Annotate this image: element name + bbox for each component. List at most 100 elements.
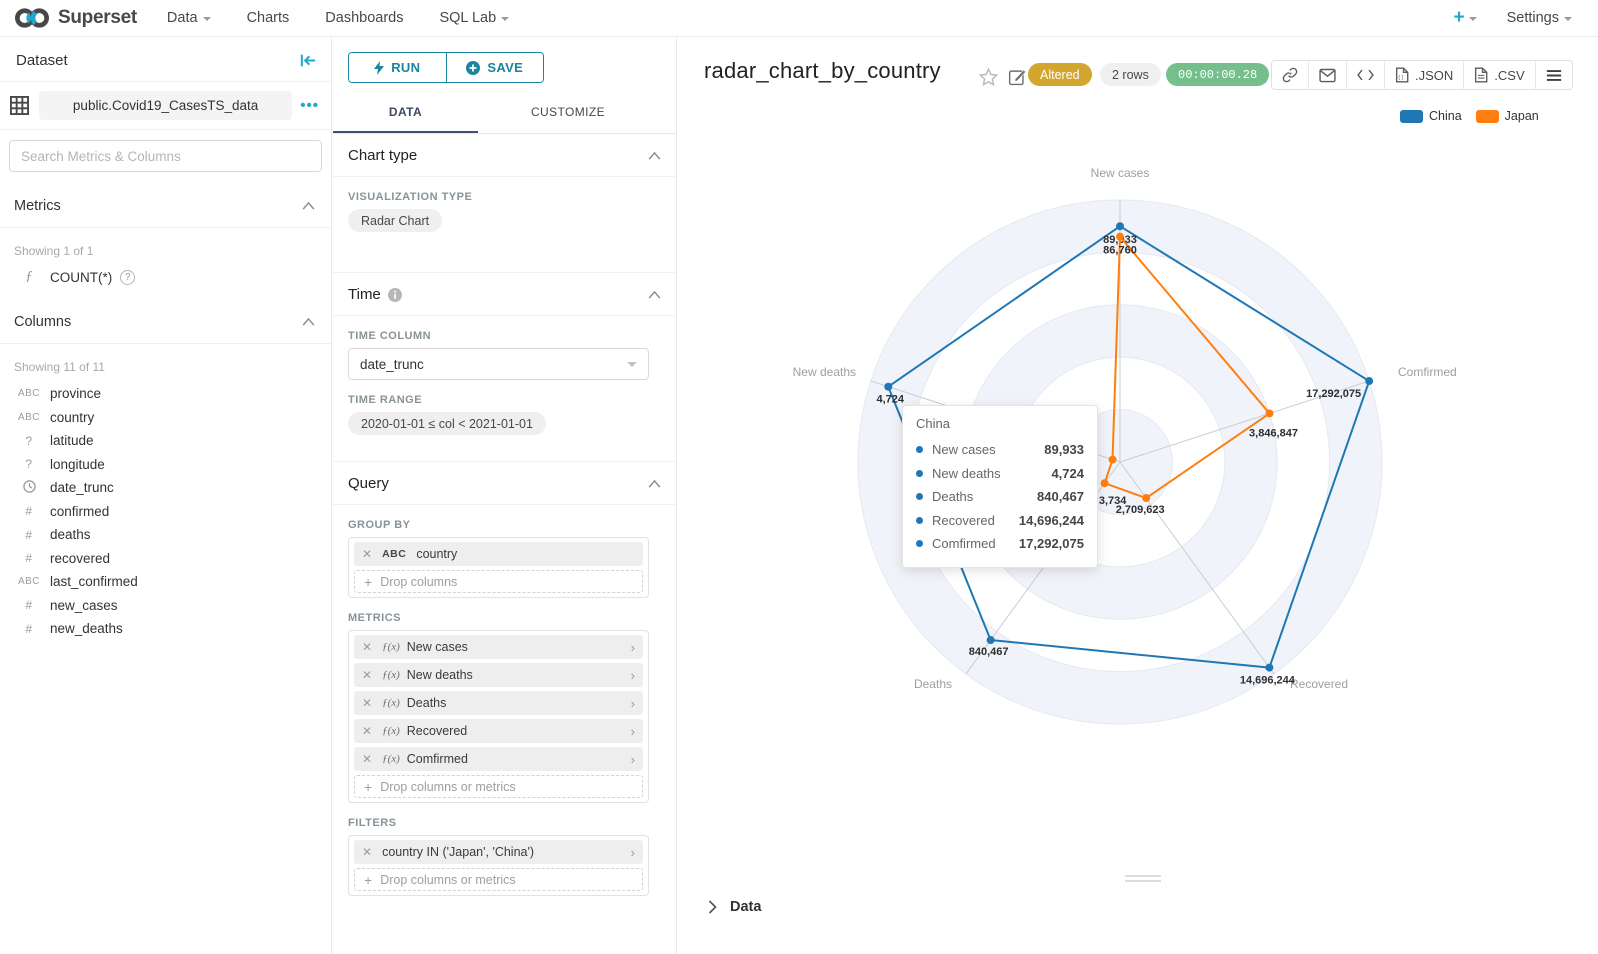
metric-pill[interactable]: ✕ƒ(x)Recovered› [354, 719, 643, 743]
remove-icon[interactable]: ✕ [362, 696, 372, 710]
chart-menu-button[interactable] [1535, 61, 1572, 89]
radar-point-japan[interactable] [1142, 494, 1150, 502]
radar-point-china[interactable] [1265, 664, 1273, 672]
query-section-header[interactable]: Query [333, 462, 676, 505]
nav-item-charts[interactable]: Charts [247, 10, 290, 26]
chart-title[interactable]: radar_chart_by_country [704, 58, 941, 84]
tooltip-metric-name: Comfirmed [932, 536, 996, 551]
metrics-section-header[interactable]: Metrics [0, 184, 331, 228]
radar-point-japan[interactable] [1101, 479, 1109, 487]
edit-title-icon[interactable] [1008, 68, 1027, 86]
radar-point-japan[interactable] [1266, 409, 1274, 417]
settings-menu[interactable]: Settings [1507, 10, 1572, 26]
remove-icon[interactable]: ✕ [362, 845, 372, 859]
filters-dropzone[interactable]: ✕country IN ('Japan', 'China')› +Drop col… [348, 835, 649, 896]
time-column-select[interactable]: date_trunc [348, 348, 649, 380]
radar-axis-label: Comfirmed [1398, 365, 1457, 379]
nav-item-data[interactable]: Data [167, 10, 211, 26]
save-button[interactable]: SAVE [446, 53, 544, 82]
superset-explore-page: Superset Data Charts Dashboards SQL Lab + S… [0, 0, 1598, 954]
column-list-item[interactable]: #new_cases [0, 594, 331, 618]
chevron-right-icon[interactable]: › [631, 668, 635, 683]
chevron-right-icon[interactable]: › [631, 640, 635, 655]
chevron-right-icon [708, 900, 717, 914]
column-list-item[interactable]: #new_deaths [0, 617, 331, 641]
group-by-pill[interactable]: ✕ABCcountry [354, 542, 643, 566]
radar-point-china[interactable] [987, 636, 995, 644]
download-csv-button[interactable]: .CSV [1463, 61, 1534, 89]
remove-icon[interactable]: ✕ [362, 752, 372, 766]
chart-type-section-header[interactable]: Chart type [333, 134, 676, 177]
metric-pill[interactable]: ✕ƒ(x)New deaths› [354, 663, 643, 687]
column-list-item[interactable]: #deaths [0, 523, 331, 547]
column-list-item[interactable]: ABClast_confirmed [0, 570, 331, 594]
group-by-dropzone[interactable]: ✕ABCcountry +Drop columns [348, 537, 649, 598]
radar-chart[interactable]: New casesComfirmedRecoveredDeathsNew dea… [677, 150, 1598, 850]
column-list-item[interactable]: date_trunc [0, 476, 331, 500]
time-column-value: date_trunc [360, 357, 424, 372]
chevron-right-icon[interactable]: › [631, 752, 635, 767]
column-list-item[interactable]: ABCcountry [0, 406, 331, 430]
column-list-item[interactable]: ?latitude [0, 429, 331, 453]
metric-list-item[interactable]: ƒCOUNT(*)? [0, 262, 331, 292]
download-json-button[interactable]: { } .JSON [1384, 61, 1463, 89]
remove-icon[interactable]: ✕ [362, 547, 372, 561]
results-resize-handle[interactable] [1125, 875, 1161, 885]
new-item-button[interactable]: + [1453, 7, 1476, 29]
time-range-value[interactable]: 2020-01-01 ≤ col < 2021-01-01 [348, 412, 546, 435]
radar-point-label: 840,467 [969, 646, 1009, 658]
metric-pill[interactable]: ✕ƒ(x)Deaths› [354, 691, 643, 715]
radar-axis-label: New deaths [793, 365, 856, 379]
drop-columns-metrics-zone[interactable]: +Drop columns or metrics [354, 775, 643, 798]
filter-pill[interactable]: ✕country IN ('Japan', 'China')› [354, 840, 643, 864]
collapse-panel-icon[interactable] [300, 53, 317, 68]
search-metrics-columns-input[interactable] [9, 140, 322, 172]
chevron-down-icon [1564, 17, 1572, 21]
copy-link-button[interactable] [1272, 61, 1308, 89]
chevron-right-icon[interactable]: › [631, 845, 635, 860]
email-button[interactable] [1308, 61, 1346, 89]
drop-columns-metrics-zone[interactable]: +Drop columns or metrics [354, 868, 643, 891]
nav-item-dashboards[interactable]: Dashboards [325, 10, 403, 26]
chevron-up-icon [648, 480, 661, 488]
radar-point-japan[interactable] [1109, 456, 1117, 464]
tab-data[interactable]: DATA [333, 95, 478, 133]
tab-customize[interactable]: CUSTOMIZE [478, 95, 658, 133]
chevron-right-icon[interactable]: › [631, 724, 635, 739]
radar-point-china[interactable] [1116, 222, 1124, 230]
tooltip-row: New cases89,933 [916, 438, 1084, 462]
column-list-item[interactable]: ?longitude [0, 453, 331, 477]
legend-item-japan[interactable]: Japan [1476, 109, 1539, 123]
viz-type-value[interactable]: Radar Chart [348, 209, 442, 232]
nav-item-sql-lab[interactable]: SQL Lab [439, 10, 509, 26]
radar-point-label: 3,846,847 [1249, 427, 1298, 439]
altered-badge[interactable]: Altered [1028, 63, 1092, 86]
dataset-name[interactable]: public.Covid19_CasesTS_data [39, 91, 292, 120]
embed-code-button[interactable] [1346, 61, 1384, 89]
remove-icon[interactable]: ✕ [362, 640, 372, 654]
chart-toolbar: { } .JSON .CSV [1271, 60, 1573, 90]
column-list-item[interactable]: ABCprovince [0, 382, 331, 406]
columns-section-header[interactable]: Columns [0, 300, 331, 344]
superset-logo[interactable]: Superset [12, 5, 137, 31]
remove-icon[interactable]: ✕ [362, 724, 372, 738]
legend-item-china[interactable]: China [1400, 109, 1462, 123]
radar-point-china[interactable] [884, 383, 892, 391]
radar-axis-label: New cases [1091, 166, 1150, 180]
dataset-more-menu[interactable]: ••• [300, 97, 323, 114]
radar-point-china[interactable] [1365, 377, 1373, 385]
drop-columns-zone[interactable]: +Drop columns [354, 570, 643, 593]
chevron-right-icon[interactable]: › [631, 696, 635, 711]
question-icon: ? [14, 457, 44, 471]
remove-icon[interactable]: ✕ [362, 668, 372, 682]
metric-pill[interactable]: ✕ƒ(x)Comfirmed› [354, 747, 643, 771]
data-results-collapse[interactable]: Data [708, 899, 761, 915]
column-list-item[interactable]: #recovered [0, 547, 331, 571]
radar-point-japan[interactable] [1116, 233, 1124, 241]
metrics-dropzone[interactable]: ✕ƒ(x)New cases› ✕ƒ(x)New deaths› ✕ƒ(x)Deat… [348, 630, 649, 803]
column-list-item[interactable]: #confirmed [0, 500, 331, 524]
run-button[interactable]: RUN [349, 53, 446, 82]
time-section-header[interactable]: Time [333, 273, 676, 316]
favorite-star-icon[interactable] [979, 68, 998, 86]
metric-pill[interactable]: ✕ƒ(x)New cases› [354, 635, 643, 659]
